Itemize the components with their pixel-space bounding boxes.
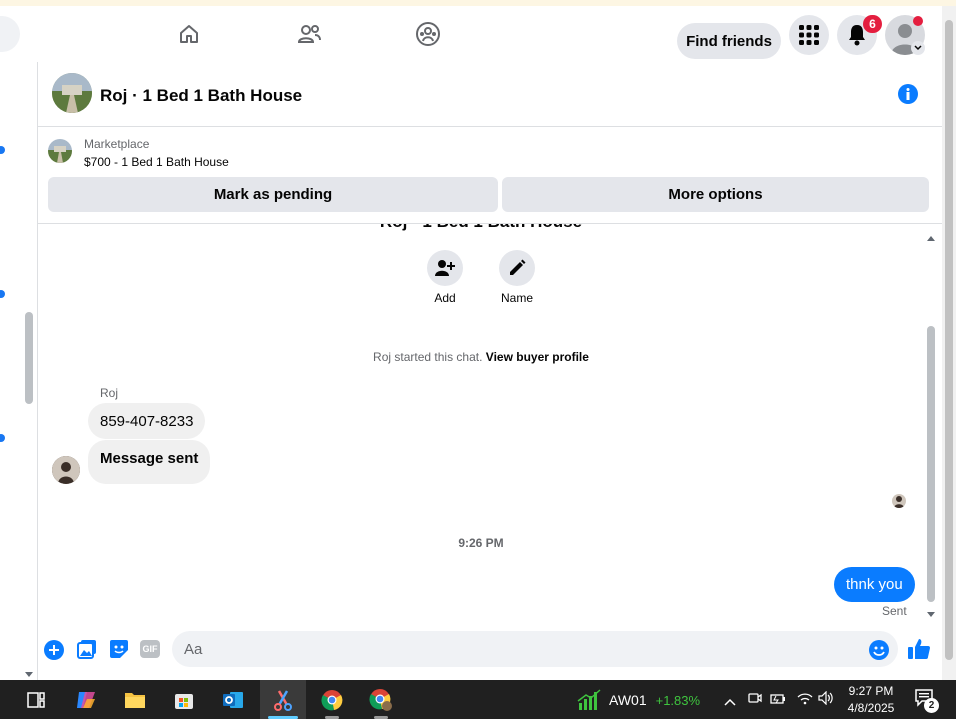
status-dot [913, 16, 923, 26]
menu-button[interactable] [789, 15, 829, 55]
chrome-icon[interactable] [314, 682, 350, 718]
show-hidden-icons-chevron[interactable] [724, 693, 736, 711]
attach-photo-icon[interactable] [77, 639, 97, 664]
faded-conversation-title: Roj · 1 Bed 1 Bath House [38, 224, 924, 232]
sticker-icon[interactable] [109, 639, 129, 664]
listing-thumbnail[interactable] [48, 139, 72, 163]
chat-list-column [0, 62, 38, 680]
edit-name-label: Name [500, 291, 533, 305]
listing-avatar[interactable] [52, 73, 92, 113]
meet-now-icon[interactable] [748, 691, 762, 710]
listing-price-title[interactable]: $700 - 1 Bed 1 Bath House [84, 155, 229, 169]
stock-chart-icon [577, 689, 601, 710]
message-thread: Roj · 1 Bed 1 Bath House Add Name Roj st… [38, 224, 926, 624]
clock[interactable]: 9:27 PM 4/8/2025 [844, 683, 898, 717]
more-actions-icon[interactable] [44, 640, 64, 660]
message-status: Sent [882, 604, 907, 618]
volume-icon[interactable] [818, 690, 834, 710]
copilot-icon[interactable] [68, 682, 104, 718]
home-icon[interactable] [173, 18, 205, 50]
thread-scroll-up-icon[interactable] [926, 229, 936, 247]
incoming-message[interactable]: 859-407-8233 [88, 403, 206, 439]
like-icon[interactable] [907, 638, 931, 665]
outgoing-message[interactable]: thnk you [834, 567, 915, 602]
unread-dot [0, 434, 5, 442]
find-friends-button[interactable]: Find friends [677, 23, 781, 59]
clock-time: 9:27 PM [848, 684, 894, 698]
stock-ticker: AW01 [609, 692, 647, 708]
wifi-icon[interactable] [797, 691, 813, 710]
conversation-header: Roj · 1 Bed 1 Bath House [38, 62, 942, 127]
add-people-button[interactable] [427, 250, 463, 286]
notification-center-badge: 2 [924, 698, 939, 713]
top-navigation-bar: Find friends 6 [0, 6, 942, 63]
add-people-label: Add [434, 291, 456, 305]
system-message: Roj started this chat. View buyer profil… [38, 350, 924, 364]
window-scrollbar-thumb[interactable] [945, 20, 953, 660]
grid-menu-icon [799, 25, 819, 45]
outlook-icon[interactable] [215, 682, 251, 718]
message-timestamp: 9:26 PM [458, 536, 504, 550]
search-field-edge[interactable] [0, 16, 20, 52]
conversation-title: Roj · 1 Bed 1 Bath House [100, 86, 303, 105]
friends-icon[interactable] [293, 18, 325, 50]
stock-widget[interactable]: AW01 +1.83% [577, 688, 700, 712]
stock-change: +1.83% [655, 692, 701, 708]
listing-banner: Marketplace $700 - 1 Bed 1 Bath House Ma… [38, 127, 942, 224]
more-options-button[interactable]: More options [502, 177, 929, 212]
windows-taskbar: AW01 +1.83% 9:27 PM 4/8/2025 2 [0, 680, 956, 719]
battery-icon[interactable] [770, 692, 786, 710]
sender-avatar [52, 456, 80, 484]
chat-list-scrollbar-thumb[interactable] [25, 312, 33, 404]
incoming-message[interactable]: Message sent [88, 440, 211, 484]
system-message-text: Roj started this chat. [373, 350, 483, 364]
gif-button[interactable]: GIF [140, 640, 160, 658]
thread-scrollbar-thumb[interactable] [927, 326, 935, 602]
groups-icon[interactable] [412, 18, 444, 50]
pencil-icon [510, 259, 526, 275]
task-view-icon[interactable] [18, 682, 54, 718]
add-person-icon [435, 260, 455, 276]
account-chevron-icon[interactable] [911, 41, 925, 55]
emoji-icon[interactable] [869, 640, 889, 660]
clock-date: 4/8/2025 [847, 701, 895, 715]
listing-source: Marketplace [84, 137, 150, 151]
message-composer: GIF Aa [38, 624, 942, 680]
store-icon[interactable] [166, 682, 202, 718]
snipping-tool-icon[interactable] [265, 682, 301, 718]
info-icon[interactable] [898, 84, 918, 104]
view-buyer-profile-link[interactable]: View buyer profile [486, 350, 589, 364]
edit-name-button[interactable] [499, 250, 535, 286]
unread-dot [0, 290, 5, 298]
thread-scroll-down-icon[interactable] [926, 606, 936, 624]
sender-name: Roj [100, 386, 119, 400]
seen-avatar [892, 494, 906, 508]
unread-dot [0, 146, 5, 154]
message-input-placeholder: Aa [184, 640, 203, 658]
file-explorer-icon[interactable] [117, 682, 153, 718]
message-input[interactable]: Aa [172, 631, 898, 667]
notification-count-badge: 6 [863, 15, 882, 33]
chrome-profile-icon[interactable] [363, 682, 399, 718]
mark-as-pending-button[interactable]: Mark as pending [48, 177, 498, 212]
